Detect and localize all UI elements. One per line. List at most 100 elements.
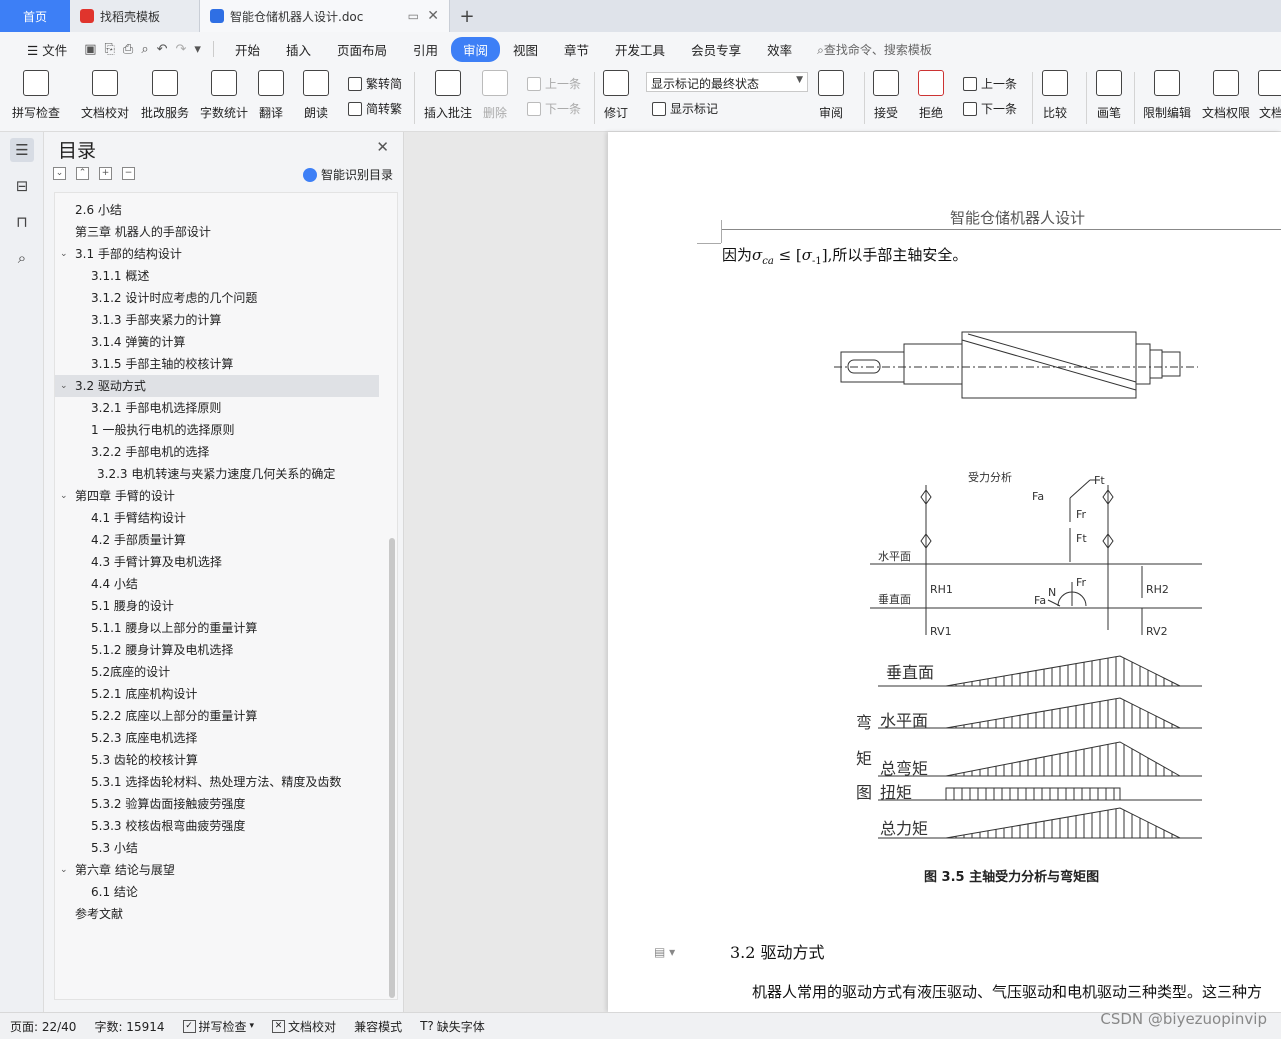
correction-service-button[interactable]: 批改服务 — [141, 70, 189, 121]
toc-item[interactable]: 5.3.2 验算齿面接触疲劳强度 — [55, 793, 379, 815]
redo-icon[interactable]: ↷ — [172, 42, 191, 57]
toc-item[interactable]: ⌄ 3.1 手部的结构设计 — [55, 243, 379, 265]
toc-item[interactable]: 5.2.3 底座电机选择 — [55, 727, 379, 749]
close-icon[interactable]: ✕ — [376, 138, 389, 156]
translate-button[interactable]: 翻译 — [258, 70, 284, 121]
next-comment-button[interactable]: 下一条 — [527, 100, 581, 117]
safety-conclusion[interactable]: 因为σca ≤ [σ-1],所以手部主轴安全。 — [722, 244, 967, 267]
review-pane-button[interactable]: 审阅 — [818, 70, 844, 121]
doc-proof-button[interactable]: 文档校对 — [81, 70, 129, 121]
toc-item[interactable]: 3.1.4 弹簧的计算 — [55, 331, 379, 353]
doc-rights-button[interactable]: 文档权限 — [1202, 70, 1250, 121]
new-tab-icon[interactable]: + — [450, 0, 484, 32]
find-icon[interactable]: ⌕ — [10, 246, 34, 270]
prev-comment-button[interactable]: 上一条 — [527, 75, 581, 92]
compare-button[interactable]: 比较 — [1042, 70, 1068, 121]
toc-item[interactable]: 5.3 齿轮的校核计算 — [55, 749, 379, 771]
reject-button[interactable]: 拒绝 — [918, 70, 944, 121]
toc-item[interactable]: 5.1 腰身的设计 — [55, 595, 379, 617]
toc-item[interactable]: ⌄ 3.2 驱动方式 — [55, 375, 379, 397]
missing-font[interactable]: T? 缺失字体 — [420, 1018, 485, 1035]
outline-icon[interactable]: ⊟ — [10, 174, 34, 198]
compat-mode[interactable]: 兼容模式 — [354, 1018, 402, 1035]
preview-icon[interactable]: ⌕ — [137, 42, 152, 57]
chevron-down-icon[interactable]: ⌄ — [60, 375, 68, 397]
toc-item[interactable]: 5.3.1 选择齿轮材料、热处理方法、精度及齿数 — [55, 771, 379, 793]
menu-developer[interactable]: 开发工具 — [602, 40, 678, 59]
menu-review[interactable]: 审阅 — [451, 36, 501, 62]
toc-scrollbar[interactable] — [389, 538, 395, 998]
status-doc-proof[interactable]: ✕ 文档校对 — [272, 1018, 336, 1035]
trad-to-simp-button[interactable]: 繁转简 — [348, 75, 402, 92]
toc-item[interactable]: 5.3 小结 — [55, 837, 379, 859]
pen-button[interactable]: 画笔 — [1096, 70, 1122, 121]
next-change-button[interactable]: 下一条 — [963, 100, 1017, 117]
chevron-down-icon[interactable]: ⌄ — [60, 243, 68, 265]
collapse-all-icon[interactable]: ⌄ — [53, 167, 66, 180]
word-count-button[interactable]: 字数统计 — [200, 70, 248, 121]
tab-template[interactable]: 找稻壳模板 — [70, 0, 200, 32]
word-count[interactable]: 字数: 15914 — [94, 1018, 164, 1035]
markup-state-select[interactable]: 显示标记的最终状态 ▼ — [646, 72, 808, 92]
toc-item[interactable]: 3.2.2 手部电机的选择 — [55, 441, 379, 463]
insert-comment-button[interactable]: 插入批注 — [424, 70, 472, 121]
file-menu[interactable]: ☰ 文件 — [14, 40, 80, 59]
toc-item[interactable]: 3.2.3 电机转速与夹紧力速度几何关系的确定 — [55, 463, 379, 485]
toc-item[interactable]: 5.2底座的设计 — [55, 661, 379, 683]
toc-item[interactable]: ⌄ 第四章 手臂的设计 — [55, 485, 379, 507]
page-count[interactable]: 页面: 22/40 — [10, 1018, 76, 1035]
menu-start[interactable]: 开始 — [222, 40, 273, 59]
delete-comment-button[interactable]: 删除 — [482, 70, 508, 121]
simp-to-trad-button[interactable]: 简转繁 — [348, 100, 402, 117]
tab-home[interactable]: 首页 — [0, 0, 70, 32]
print-icon[interactable]: ⎙ — [119, 42, 137, 57]
toc-item[interactable]: 4.3 手臂计算及电机选择 — [55, 551, 379, 573]
expand-up-icon[interactable]: ⌃ — [76, 167, 89, 180]
menu-section[interactable]: 章节 — [551, 40, 602, 59]
read-aloud-button[interactable]: 朗读 — [303, 70, 329, 121]
menu-efficiency[interactable]: 效率 — [754, 40, 805, 59]
toc-item[interactable]: 5.1.2 腰身计算及电机选择 — [55, 639, 379, 661]
spell-check-button[interactable]: 拼写检查 — [12, 70, 60, 121]
body-paragraph[interactable]: 机器人常用的驱动方式有液压驱动、气压驱动和电机驱动三种类型。这三种方 — [752, 981, 1281, 1002]
toc-item[interactable]: 5.1.1 腰身以上部分的重量计算 — [55, 617, 379, 639]
more-doc-button[interactable]: 文档 — [1258, 70, 1281, 121]
status-spell-check[interactable]: ✓ 拼写检查 ▾ — [182, 1018, 254, 1035]
menu-insert[interactable]: 插入 — [273, 40, 324, 59]
toc-item[interactable]: 2.6 小结 — [55, 199, 379, 221]
tab-close-icon[interactable]: ✕ — [427, 8, 439, 24]
toc-item[interactable]: 3.1.2 设计时应考虑的几个问题 — [55, 287, 379, 309]
command-search[interactable]: ⌕查找命令、搜索模板 — [817, 41, 932, 58]
section-heading[interactable]: 3.2 驱动方式 — [730, 939, 825, 963]
toc-item[interactable]: 1 一般执行电机的选择原则 — [55, 419, 379, 441]
toc-item[interactable]: 6.1 结论 — [55, 881, 379, 903]
menu-view[interactable]: 视图 — [500, 40, 551, 59]
quick-dropdown-icon[interactable]: ▾ — [190, 42, 205, 57]
tab-minimize-icon[interactable]: ▭ — [408, 9, 419, 23]
toc-item[interactable]: 3.1.3 手部夹紧力的计算 — [55, 309, 379, 331]
toc-item[interactable]: ⌄ 第六章 结论与展望 — [55, 859, 379, 881]
toc-item[interactable]: 4.1 手臂结构设计 — [55, 507, 379, 529]
tab-document[interactable]: 智能仓储机器人设计.doc ▭ ✕ — [200, 0, 450, 32]
smart-toc-button[interactable]: 智能识别目录 — [302, 166, 393, 183]
toc-item[interactable]: 5.2.1 底座机构设计 — [55, 683, 379, 705]
toc-item[interactable]: 5.2.2 底座以上部分的重量计算 — [55, 705, 379, 727]
menu-references[interactable]: 引用 — [400, 40, 451, 59]
export-icon[interactable]: ⎘ — [101, 42, 119, 57]
accept-button[interactable]: 接受 — [873, 70, 899, 121]
restrict-edit-button[interactable]: 限制编辑 — [1143, 70, 1191, 121]
bookmark-icon[interactable]: ⊓ — [10, 210, 34, 234]
toc-item[interactable]: 4.2 手部质量计算 — [55, 529, 379, 551]
toc-item[interactable]: 3.1.1 概述 — [55, 265, 379, 287]
show-markup-button[interactable]: 显示标记 — [652, 100, 718, 117]
toc-panel-icon[interactable]: ☰ — [10, 138, 34, 162]
toc-item[interactable]: 第三章 机器人的手部设计 — [55, 221, 379, 243]
toc-item[interactable]: 4.4 小结 — [55, 573, 379, 595]
toc-item[interactable]: 参考文献 — [55, 903, 379, 925]
prev-change-button[interactable]: 上一条 — [963, 75, 1017, 92]
toc-item[interactable]: 5.3.3 校核齿根弯曲疲劳强度 — [55, 815, 379, 837]
menu-member[interactable]: 会员专享 — [678, 40, 754, 59]
save-icon[interactable]: ▣ — [80, 42, 100, 57]
chevron-down-icon[interactable]: ⌄ — [60, 859, 68, 881]
toc-item[interactable]: 3.1.5 手部主轴的校核计算 — [55, 353, 379, 375]
